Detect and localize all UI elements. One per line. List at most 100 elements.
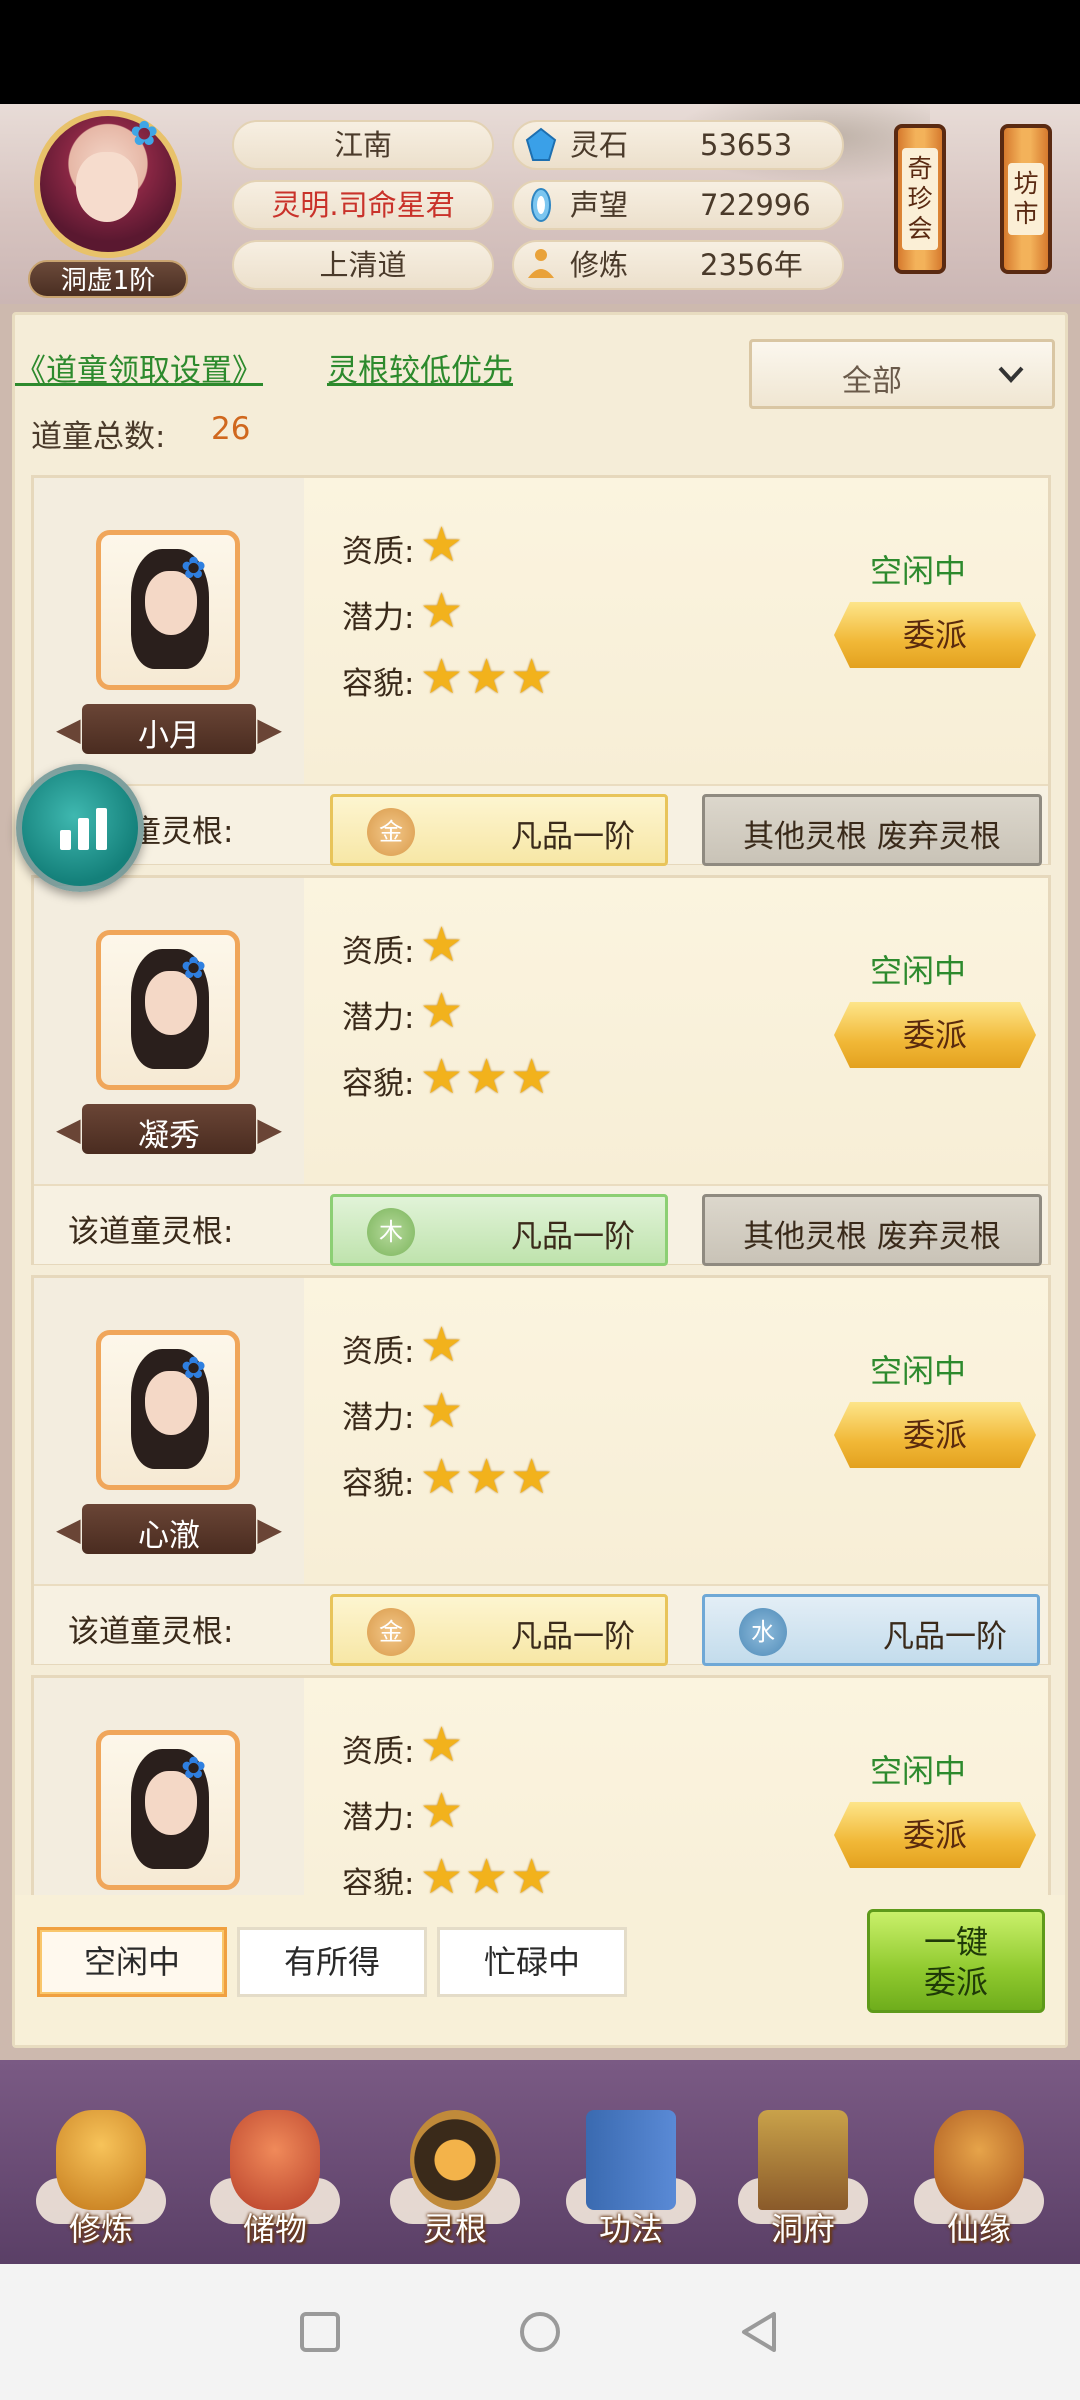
spirit-root-row: 该道童灵根: 木凡品一阶 其他灵根 废弃灵根 xyxy=(34,1184,1048,1266)
spirit-root-row: 该道童灵根: 金凡品一阶水凡品一阶 xyxy=(34,1584,1048,1666)
location-pill: 江南 xyxy=(232,120,494,170)
nav-cultivate[interactable]: 修炼 xyxy=(26,2060,176,2264)
recent-apps-icon[interactable] xyxy=(298,2310,342,2354)
servant-card[interactable]: ✿ ◀ ▶ 凝秀 资质: ★ 潜力: ★ 容貌: ★★★ 空闲中 委派 该道童灵根: 木凡品一阶 其他灵根 … xyxy=(31,875,1051,1266)
spirit-root-label: 该道童灵根: xyxy=(68,1614,234,1650)
auto-assign-button[interactable]: 一键 委派 xyxy=(867,1909,1045,2013)
servant-name: 凝秀 xyxy=(138,1118,200,1154)
appearance-stars: ★★★ xyxy=(420,1849,556,1895)
servant-status: 空闲中 xyxy=(870,1352,967,1390)
nav-storage[interactable]: 储物 xyxy=(200,2060,350,2264)
market-lantern[interactable]: 坊 市 xyxy=(1000,124,1052,274)
appearance-label: 容貌: xyxy=(342,1866,415,1895)
assign-button[interactable]: 委派 xyxy=(834,1002,1036,1068)
potential-label: 潜力: xyxy=(342,600,415,636)
servant-name: 小月 xyxy=(138,718,200,754)
potential-stars: ★ xyxy=(420,583,466,639)
stats-float-button[interactable] xyxy=(16,764,144,892)
bar-chart-icon xyxy=(60,830,71,850)
nav-label: 功法 xyxy=(598,2210,663,2248)
settings-link[interactable]: 《道童领取设置》 xyxy=(15,345,263,390)
servant-card[interactable]: ✿ ◀ ▶ 心澈 资质: ★ 潜力: ★ 容貌: ★★★ 空闲中 委派 该道童灵根: 金凡品一阶水凡品一阶 xyxy=(31,1275,1051,1666)
resource-value: 2356年 xyxy=(700,248,803,282)
servant-portrait[interactable]: ✿ xyxy=(96,930,240,1090)
spirit-stone-icon xyxy=(525,127,557,161)
potential-stars: ★ xyxy=(420,983,466,1039)
meditation-icon xyxy=(528,249,554,278)
aptitude-stars: ★ xyxy=(420,1717,466,1773)
auto-assign-line: 一键 xyxy=(923,1923,988,1961)
root-grade: 凡品一阶 xyxy=(883,1619,1007,1655)
reputation-icon xyxy=(531,188,551,222)
root-grade: 凡品一阶 xyxy=(511,1619,635,1655)
appearance-stars: ★★★ xyxy=(420,649,556,705)
aptitude-label: 资质: xyxy=(342,1734,415,1770)
player-avatar[interactable]: ✿ 洞虚1阶 xyxy=(28,110,188,298)
aptitude-stars: ★ xyxy=(420,517,466,573)
aptitude-label: 资质: xyxy=(342,1334,415,1370)
tab-busy[interactable]: 忙碌中 xyxy=(437,1927,627,1997)
spirit-root-badge[interactable]: 金凡品一阶 xyxy=(330,1594,668,1666)
servant-status: 空闲中 xyxy=(870,1752,967,1790)
treasure-pavilion-lantern[interactable]: 奇 珍 会 xyxy=(894,124,946,274)
servant-portrait[interactable]: ✿ xyxy=(96,530,240,690)
nav-label: 洞府 xyxy=(770,2210,835,2248)
aptitude-stars: ★ xyxy=(420,917,466,973)
servant-status: 空闲中 xyxy=(870,952,967,990)
spirit-root-badge[interactable]: 水凡品一阶 xyxy=(702,1594,1040,1666)
assign-button[interactable]: 委派 xyxy=(834,1802,1036,1868)
nav-technique[interactable]: 功法 xyxy=(556,2060,706,2264)
total-label: 道童总数: xyxy=(31,419,166,455)
back-icon[interactable] xyxy=(738,2310,782,2354)
nav-cave[interactable]: 洞府 xyxy=(728,2060,878,2264)
servant-name-bar[interactable]: ◀ ▶ 心澈 xyxy=(56,1504,282,1554)
spirit-root-badge[interactable]: 金凡品一阶 xyxy=(330,794,668,866)
servant-portrait[interactable]: ✿ xyxy=(96,1730,240,1890)
priority-link[interactable]: 灵根较低优先 xyxy=(327,345,513,390)
assign-button[interactable]: 委派 xyxy=(834,1402,1036,1468)
spirit-root-label: 该道童灵根: xyxy=(68,1214,234,1250)
potential-label: 潜力: xyxy=(342,1000,415,1036)
nav-label: 仙缘 xyxy=(946,2210,1011,2248)
cultivate-icon xyxy=(56,2110,146,2210)
status-filter-bar: 空闲中 有所得 忙碌中 一键 委派 xyxy=(15,1895,1065,2045)
total-count: 26 xyxy=(211,411,251,447)
hair-ornament-icon: ✿ xyxy=(181,1351,207,1386)
filter-dropdown[interactable]: 全部 xyxy=(749,339,1055,409)
root-grade: 凡品一阶 xyxy=(511,819,635,855)
fan-ornament-icon: ✿ xyxy=(130,114,159,154)
root-grade: 凡品一阶 xyxy=(511,1219,635,1255)
resource-reputation: 声望 722996 xyxy=(512,180,844,230)
resource-name: 声望 xyxy=(570,188,629,222)
potential-stars: ★ xyxy=(420,1783,466,1839)
spirit-root-badge[interactable]: 木凡品一阶 xyxy=(330,1194,668,1266)
servant-list[interactable]: ✿ ◀ ▶ 小月 资质: ★ 潜力: ★ 容貌: ★★★ 空闲中 委派 该道童灵根: 金凡品一阶 其他灵根 … xyxy=(31,475,1051,1895)
tab-rewarded[interactable]: 有所得 xyxy=(237,1927,427,1997)
servant-card[interactable]: ✿ ◀ ▶ 小月 资质: ★ 潜力: ★ 容貌: ★★★ 空闲中 委派 该道童灵根: 金凡品一阶 其他灵根 … xyxy=(31,475,1051,866)
assign-button[interactable]: 委派 xyxy=(834,602,1036,668)
servant-portrait[interactable]: ✿ xyxy=(96,1330,240,1490)
servant-name-bar[interactable]: ◀ ▶ 凝秀 xyxy=(56,1104,282,1154)
servant-card[interactable]: ✿ 资质: ★ 潜力: ★ 容貌: ★★★ 空闲中 委派 xyxy=(31,1675,1051,1895)
aptitude-label: 资质: xyxy=(342,534,415,570)
discard-root-button[interactable]: 其他灵根 废弃灵根 xyxy=(702,1194,1042,1266)
rank-badge: 洞虚1阶 xyxy=(28,260,188,298)
hair-ornament-icon: ✿ xyxy=(181,551,207,586)
servant-name-bar[interactable]: ◀ ▶ 小月 xyxy=(56,704,282,754)
nav-spirit-root[interactable]: 灵根 xyxy=(380,2060,530,2264)
discard-root-button[interactable]: 其他灵根 废弃灵根 xyxy=(702,794,1042,866)
sect-pill: 上清道 xyxy=(232,240,494,290)
filter-value: 全部 xyxy=(842,364,902,399)
cave-dwelling-icon xyxy=(758,2110,848,2210)
tab-idle[interactable]: 空闲中 xyxy=(37,1927,227,1997)
technique-book-icon xyxy=(586,2110,676,2210)
resource-value: 722996 xyxy=(700,188,811,222)
title-pill[interactable]: 灵明.司命星君 xyxy=(232,180,494,230)
home-icon[interactable] xyxy=(518,2310,562,2354)
player-header: ✿ 洞虚1阶 江南 灵明.司命星君 上清道 灵石 53653 声望 722996… xyxy=(0,104,1080,304)
storage-bag-icon xyxy=(230,2110,320,2210)
nav-immortal-fate[interactable]: 仙缘 xyxy=(904,2060,1054,2264)
potential-label: 潜力: xyxy=(342,1400,415,1436)
chevron-down-icon xyxy=(998,366,1024,383)
aptitude-stars: ★ xyxy=(420,1317,466,1373)
